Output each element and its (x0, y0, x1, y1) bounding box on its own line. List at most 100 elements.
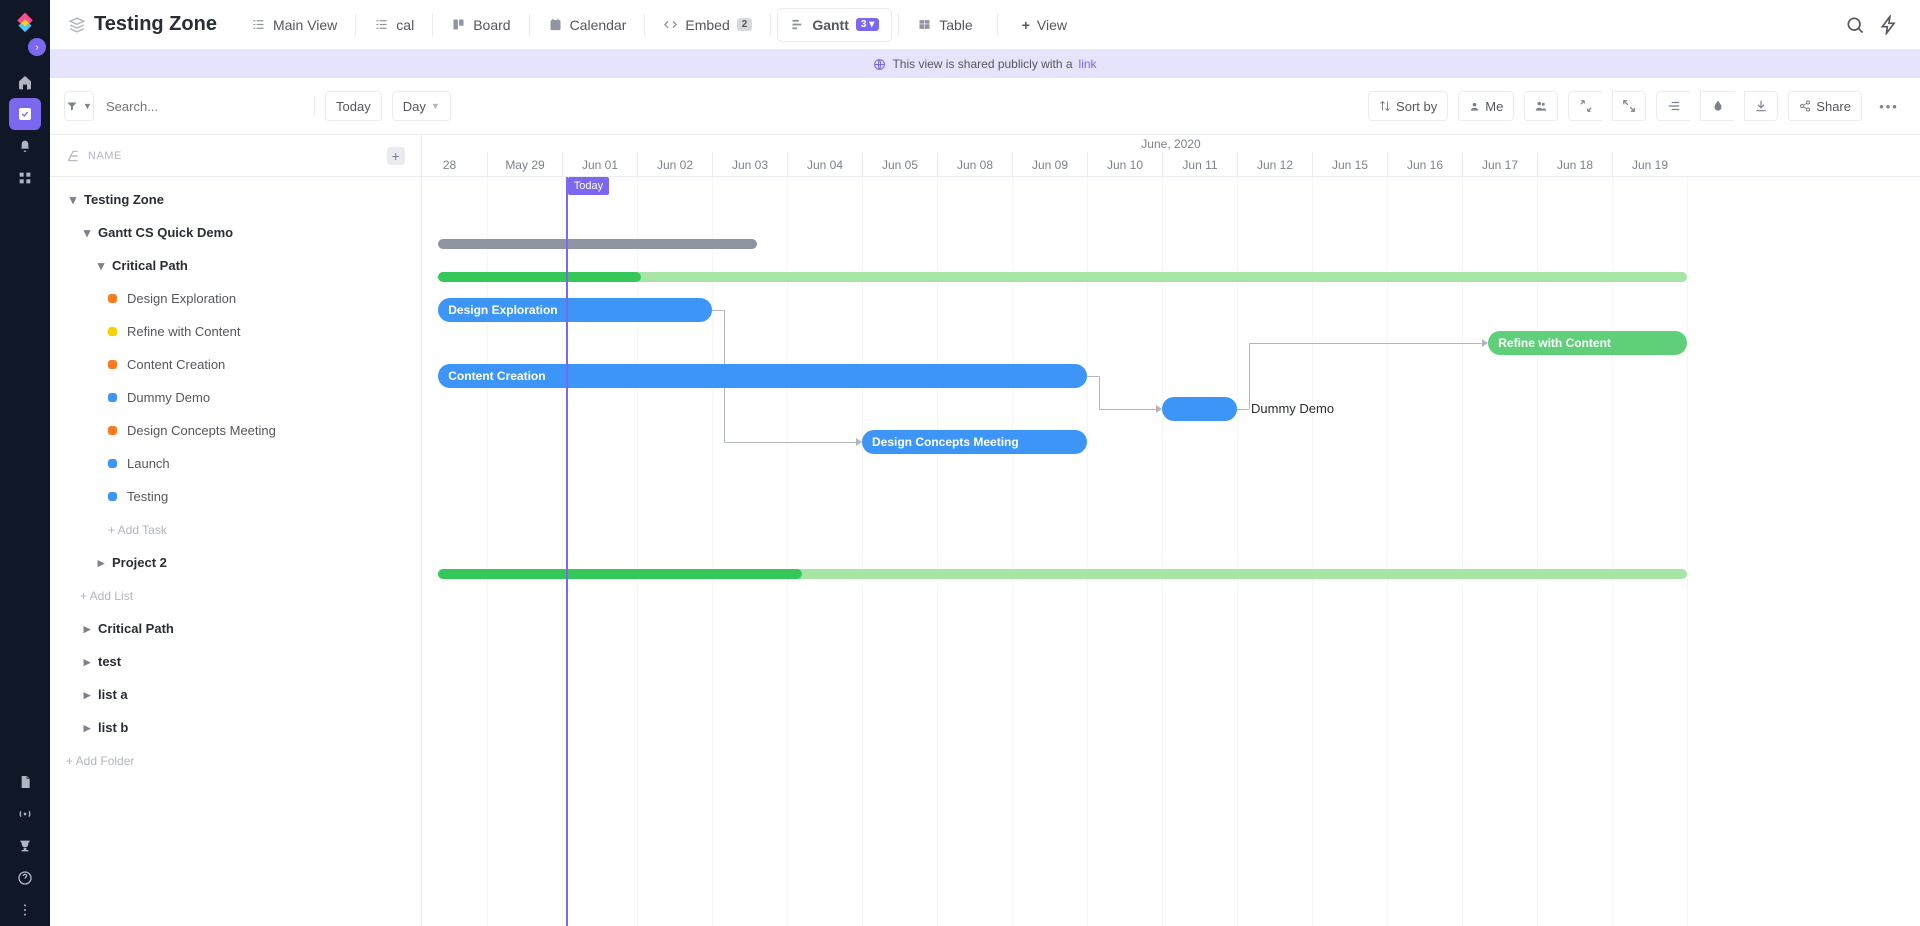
rail-tasks[interactable] (9, 98, 41, 130)
task-bar[interactable]: Design Concepts Meeting (862, 430, 1087, 454)
rail-more[interactable] (9, 894, 41, 926)
rail-goals[interactable] (9, 830, 41, 862)
caret-right-icon[interactable]: ▸ (80, 622, 94, 636)
day-header[interactable]: Jun 09 (1012, 153, 1087, 176)
day-header[interactable]: Jun 10 (1087, 153, 1162, 176)
caret-right-icon[interactable]: ▸ (94, 556, 108, 570)
group-row[interactable]: ▸test (50, 645, 421, 678)
day-header[interactable]: May 29 (487, 153, 562, 176)
group-row[interactable]: ▸list b (50, 711, 421, 744)
timeline[interactable]: June, 2020 28May 29Jun 01Jun 02Jun 03Jun… (422, 135, 1920, 926)
rail-home[interactable] (9, 66, 41, 98)
add-item-row[interactable]: + Add List (50, 579, 421, 612)
group-row[interactable]: ▸list a (50, 678, 421, 711)
row-label: Critical Path (98, 621, 174, 636)
day-header[interactable]: Jun 05 (862, 153, 937, 176)
download-icon (1754, 99, 1768, 113)
gantt-row (422, 492, 1920, 525)
group-row[interactable]: ▾Gantt CS Quick Demo (50, 216, 421, 249)
zoom-select[interactable]: Day ▼ (392, 91, 451, 121)
task-row[interactable]: Content Creation (50, 348, 421, 381)
share-button[interactable]: Share (1788, 91, 1862, 121)
day-header[interactable]: Jun 15 (1312, 153, 1387, 176)
rail-docs[interactable] (9, 766, 41, 798)
rail-apps[interactable] (9, 162, 41, 194)
task-row[interactable]: Refine with Content (50, 315, 421, 348)
rail-notify[interactable] (9, 130, 41, 162)
global-search-button[interactable] (1842, 12, 1868, 38)
page-header: Testing Zone Main ViewcalBoardCalendarEm… (50, 0, 1920, 50)
filter-button[interactable]: ▼ (64, 91, 94, 121)
app-logo (12, 10, 38, 36)
caret-right-icon[interactable]: ▸ (80, 655, 94, 669)
task-row[interactable]: Launch (50, 447, 421, 480)
summary-progress (438, 272, 641, 282)
day-header[interactable]: Jun 04 (787, 153, 862, 176)
add-item-row[interactable]: + Add Task (50, 513, 421, 546)
summary-bar[interactable] (438, 239, 757, 249)
today-button[interactable]: Today (325, 91, 382, 121)
task-row[interactable]: Dummy Demo (50, 381, 421, 414)
collapse-button[interactable] (1568, 91, 1602, 121)
task-bar[interactable]: Design Exploration (438, 298, 712, 322)
table-icon (917, 17, 932, 32)
day-header[interactable]: Jun 02 (637, 153, 712, 176)
add-view-label: View (1037, 17, 1067, 33)
group-row[interactable]: ▾Critical Path (50, 249, 421, 282)
add-view-button[interactable]: + View (1010, 8, 1079, 42)
rail-help[interactable] (9, 862, 41, 894)
day-header[interactable]: Jun 11 (1162, 153, 1237, 176)
chevron-down-icon: ▼ (431, 101, 440, 111)
caret-down-icon[interactable]: ▾ (66, 193, 80, 207)
rail-broadcast[interactable] (9, 798, 41, 830)
color-button[interactable] (1700, 91, 1734, 121)
tab-gantt[interactable]: Gantt3 ▾ (777, 8, 892, 42)
search-input[interactable] (104, 91, 304, 121)
day-header[interactable]: Jun 08 (937, 153, 1012, 176)
day-header[interactable]: Jun 01 (562, 153, 637, 176)
task-bar[interactable] (1162, 397, 1237, 421)
day-header[interactable]: Jun 03 (712, 153, 787, 176)
tab-calendar[interactable]: Calendar (536, 8, 639, 42)
day-header[interactable]: Jun 16 (1387, 153, 1462, 176)
tab-table[interactable]: Table (905, 8, 984, 42)
add-item-row[interactable]: + Add Folder (50, 744, 421, 777)
day-header[interactable]: Jun 17 (1462, 153, 1537, 176)
day-header[interactable]: Jun 19 (1612, 153, 1687, 176)
expand-sidebar-button[interactable]: › (28, 38, 46, 56)
group-row[interactable]: ▾Testing Zone (50, 183, 421, 216)
sort-button[interactable]: Sort by (1368, 91, 1448, 121)
group-row[interactable]: ▸Project 2 (50, 546, 421, 579)
tab-cal[interactable]: cal (362, 8, 426, 42)
list-icon (251, 17, 266, 32)
tab-board[interactable]: Board (439, 8, 522, 42)
task-row[interactable]: Testing (50, 480, 421, 513)
expand-button[interactable] (1612, 91, 1646, 121)
more-menu-button[interactable]: ••• (1872, 91, 1906, 121)
caret-down-icon[interactable]: ▾ (80, 226, 94, 240)
export-button[interactable] (1744, 91, 1778, 121)
me-filter-button[interactable]: Me (1458, 91, 1514, 121)
caret-right-icon[interactable]: ▸ (80, 688, 94, 702)
task-row[interactable]: Design Exploration (50, 282, 421, 315)
day-header[interactable]: Jun 12 (1237, 153, 1312, 176)
home-icon (17, 74, 33, 90)
assignees-button[interactable] (1524, 91, 1558, 121)
caret-right-icon[interactable]: ▸ (80, 721, 94, 735)
tab-main[interactable]: Main View (239, 8, 349, 42)
row-label: + Add Task (108, 523, 167, 537)
gantt-row: Refine with Content (422, 327, 1920, 360)
group-row[interactable]: ▸ Critical Path (50, 612, 421, 645)
task-row[interactable]: Design Concepts Meeting (50, 414, 421, 447)
day-header[interactable]: 28 (422, 153, 487, 176)
reschedule-button[interactable] (1656, 91, 1690, 121)
task-bar[interactable]: Content Creation (438, 364, 1087, 388)
caret-down-icon[interactable]: ▾ (94, 259, 108, 273)
automations-button[interactable] (1876, 12, 1902, 38)
tab-embed[interactable]: Embed2 (651, 8, 764, 42)
day-header[interactable]: Jun 18 (1537, 153, 1612, 176)
add-column-button[interactable]: + (387, 147, 405, 165)
banner-link[interactable]: link (1079, 57, 1097, 71)
task-bar[interactable]: Refine with Content (1488, 331, 1687, 355)
row-label: + Add Folder (66, 754, 134, 768)
